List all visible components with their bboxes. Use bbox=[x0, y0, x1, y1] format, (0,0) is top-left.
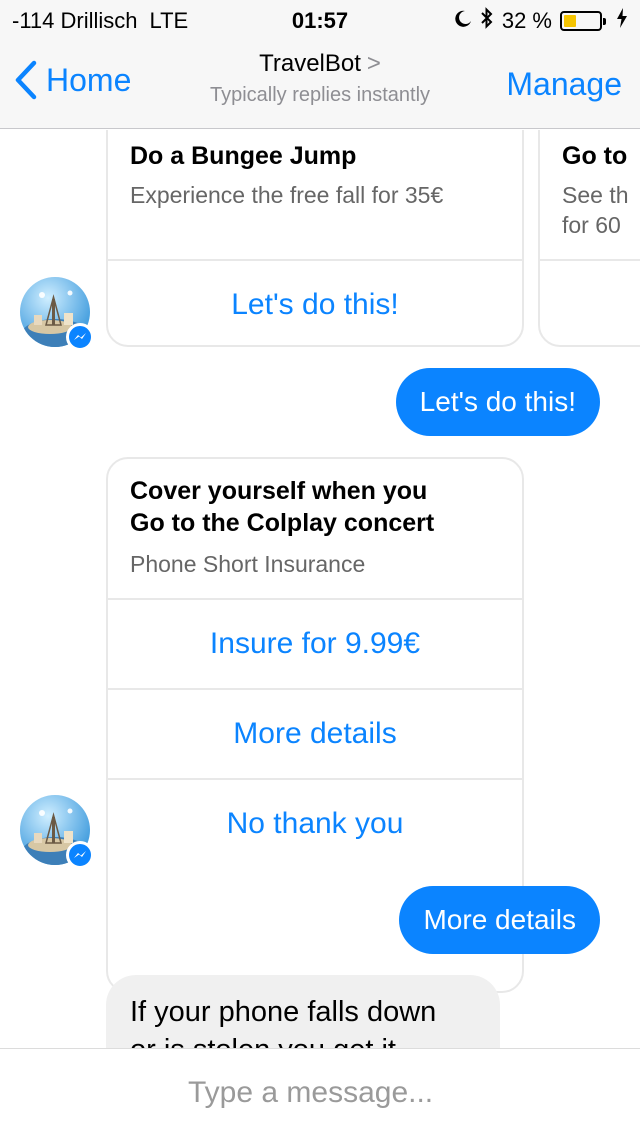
message-input[interactable] bbox=[188, 1071, 628, 1115]
back-button[interactable]: Home bbox=[14, 60, 131, 100]
battery-percent: 32 % bbox=[501, 8, 552, 33]
status-bar: -114 Drillisch LTE 01:57 32 % bbox=[0, 0, 640, 40]
back-label: Home bbox=[46, 61, 132, 98]
bluetooth-icon bbox=[480, 7, 494, 35]
manage-button[interactable]: Manage bbox=[506, 66, 622, 103]
messenger-icon bbox=[66, 323, 94, 351]
moon-icon bbox=[454, 8, 472, 34]
chevron-right-icon: > bbox=[366, 50, 381, 77]
card-subtitle: Phone Short Insurance bbox=[130, 551, 366, 577]
carousel-card-next[interactable]: Go to See th for 60 bbox=[538, 130, 640, 347]
battery-icon bbox=[560, 11, 606, 31]
no-thank-you-button[interactable]: No thank you bbox=[108, 778, 522, 888]
card-button[interactable] bbox=[540, 259, 640, 345]
message-list[interactable]: Do a Bungee Jump Experience the free fal… bbox=[0, 130, 640, 1048]
chevron-left-icon bbox=[15, 60, 37, 100]
bot-avatar[interactable] bbox=[20, 277, 94, 351]
conversation-subtitle: Typically replies instantly bbox=[209, 84, 431, 106]
message-composer bbox=[0, 1048, 640, 1136]
card-title: Do a Bungee Jump bbox=[130, 142, 357, 170]
messenger-icon bbox=[66, 841, 94, 869]
conversation-header[interactable]: TravelBot > Typically replies instantly bbox=[160, 50, 480, 107]
bot-message: If your phone falls downor is stolen you… bbox=[106, 975, 500, 1048]
card-subtitle: See th for 60 bbox=[562, 182, 629, 238]
status-icons: 32 % bbox=[454, 7, 628, 35]
user-message-more-details[interactable]: More details bbox=[399, 886, 600, 954]
navigation-bar: Home TravelBot > Typically replies instan… bbox=[0, 40, 640, 129]
more-details-button[interactable]: More details bbox=[108, 688, 522, 778]
insure-button[interactable]: Insure for 9.99€ bbox=[108, 598, 522, 688]
lets-do-this-button[interactable]: Let's do this! bbox=[108, 259, 522, 345]
user-message-lets-do-this[interactable]: Let's do this! bbox=[395, 368, 600, 436]
card-title: Cover yourself when you Go to the Colplay… bbox=[130, 477, 435, 537]
conversation-title: TravelBot > bbox=[259, 50, 381, 77]
card-title: Go to bbox=[562, 142, 628, 170]
card-subtitle: Experience the free fall for 35€ bbox=[130, 182, 444, 208]
bot-avatar[interactable] bbox=[20, 795, 94, 869]
bolt-icon bbox=[616, 8, 628, 34]
carousel-card-bungee: Do a Bungee Jump Experience the free fal… bbox=[106, 130, 524, 347]
